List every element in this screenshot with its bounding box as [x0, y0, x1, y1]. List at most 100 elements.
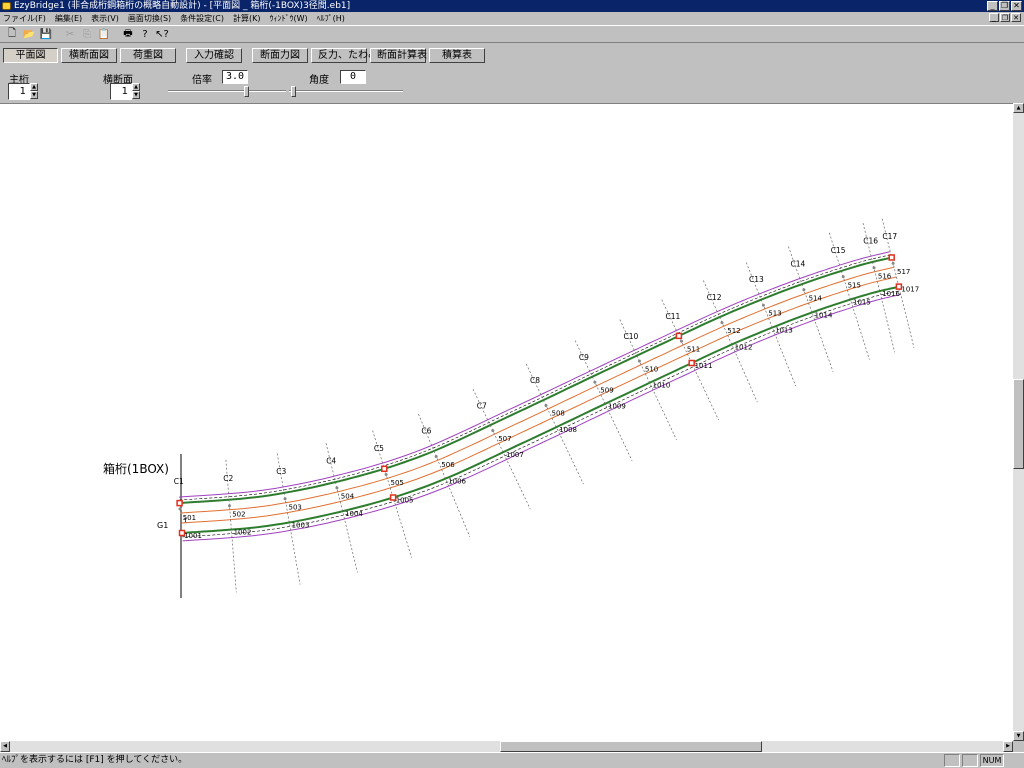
node-label: 506 [441, 461, 455, 469]
cross-beam-label: C13 [749, 275, 764, 284]
print-icon[interactable]: 🖶 [120, 27, 136, 42]
menu-file[interactable]: ファイル(F) [3, 13, 46, 24]
spin-down-icon[interactable]: ▼ [132, 91, 140, 99]
cross-beam-label: C9 [579, 353, 589, 362]
title-bar: EzyBridge1 (非合成桁鋼箱桁の概略自動設計) - [平面図 _ 箱桁(… [0, 0, 1024, 12]
node-label: 1010 [653, 382, 671, 390]
node-label: 517 [897, 268, 910, 276]
tab-section-force[interactable]: 断面力図 [252, 47, 308, 63]
node-label: 1005 [396, 496, 414, 504]
node-label: 1002 [234, 529, 252, 537]
scale-label: 倍率 [192, 75, 212, 86]
scroll-right-icon[interactable]: ▶ [1003, 741, 1013, 752]
vertical-scroll-thumb[interactable] [1013, 379, 1024, 469]
main-girder-value[interactable]: 1 [8, 83, 30, 100]
vertical-scrollbar[interactable]: ▲ ▼ [1013, 103, 1024, 741]
angle-value[interactable]: 0 [340, 70, 366, 84]
scroll-left-icon[interactable]: ◀ [0, 741, 10, 752]
node-label: 503 [289, 504, 302, 512]
tab-reaction-deflection[interactable]: 反力、たわみ [311, 47, 378, 63]
context-help-icon[interactable]: ↖? [154, 27, 170, 42]
node-point [761, 303, 765, 307]
scroll-up-icon[interactable]: ▲ [1013, 103, 1024, 113]
cross-section-spinner[interactable]: 1 ▲ ▼ [110, 83, 140, 100]
node-label: 515 [848, 281, 861, 289]
menu-bar: ファイル(F) 編集(E) 表示(V) 画面切換(S) 条件設定(C) 計算(K… [0, 12, 1024, 24]
child-minimize-button[interactable]: _ [989, 13, 999, 22]
node-label: 502 [232, 511, 245, 519]
drawing-title: 箱桁(1BOX) [103, 461, 169, 476]
cross-beam-label: C7 [477, 401, 487, 410]
menu-conditions[interactable]: 条件設定(C) [180, 13, 224, 24]
tab-estimate-table[interactable]: 積算表 [429, 47, 485, 63]
paste-icon[interactable]: 📋 [96, 27, 112, 42]
cross-beam-label: C12 [707, 293, 722, 302]
menu-view[interactable]: 表示(V) [91, 13, 119, 24]
status-bar: ﾍﾙﾌﾟを表示するには [F1] を押してください。 NUM [0, 752, 1024, 768]
node-label: 507 [498, 435, 511, 443]
window-title: EzyBridge1 (非合成桁鋼箱桁の概略自動設計) - [平面図 _ 箱桁(… [14, 1, 351, 11]
node-label: 1012 [735, 343, 753, 351]
save-icon[interactable]: 💾 [38, 27, 54, 42]
cut-icon[interactable]: ✂ [62, 27, 78, 42]
plan-view-drawing: 箱桁(1BOX) G1 1 C15011001C25021002C3503100… [103, 218, 919, 598]
close-button[interactable]: ✕ [1011, 1, 1022, 11]
menu-screen-switch[interactable]: 画面切換(S) [128, 13, 171, 24]
spin-up-icon[interactable]: ▲ [30, 83, 38, 91]
angle-slider-thumb[interactable] [291, 86, 296, 97]
bearing-marker [688, 359, 695, 367]
cross-beam-label: C16 [863, 237, 878, 246]
menu-edit[interactable]: 編集(E) [55, 13, 82, 24]
minimize-button[interactable]: _ [987, 1, 998, 11]
node-point [802, 288, 806, 292]
horizontal-scrollbar[interactable]: ◀ ▶ [0, 741, 1013, 752]
scroll-down-icon[interactable]: ▼ [1013, 731, 1024, 741]
angle-slider[interactable] [289, 86, 403, 97]
copy-icon[interactable]: ⎘ [79, 27, 95, 42]
tab-section-calc-table[interactable]: 断面計算表 [370, 47, 427, 63]
menu-calculate[interactable]: 計算(K) [233, 13, 261, 24]
child-close-button[interactable]: ✕ [1011, 13, 1021, 22]
scale-slider-thumb[interactable] [244, 86, 249, 97]
tab-cross-section[interactable]: 横断面図 [61, 47, 117, 63]
horizontal-scroll-thumb[interactable] [500, 741, 762, 752]
cross-beam-label: C5 [374, 444, 384, 453]
node-point [384, 473, 388, 476]
menu-window[interactable]: ｳｨﾝﾄﾞｳ(W) [270, 13, 308, 24]
child-restore-button[interactable]: ❐ [1000, 13, 1010, 22]
restore-button[interactable]: ❐ [999, 1, 1010, 11]
menu-help[interactable]: ﾍﾙﾌﾟ(H) [317, 13, 345, 24]
node-point [891, 261, 895, 265]
scale-value[interactable]: 3.0 [222, 70, 248, 84]
help-icon[interactable]: ? [137, 27, 153, 42]
spin-down-icon[interactable]: ▼ [30, 91, 38, 99]
node-point [872, 266, 876, 270]
plan-view-canvas[interactable]: 箱桁(1BOX) G1 1 C1 501 1001 C2 502 1002 C3 503 100… [0, 103, 1013, 741]
node-label: 510 [645, 365, 658, 373]
node-label: 505 [391, 479, 404, 487]
bearing-marker [675, 332, 683, 340]
node-label: 511 [687, 346, 700, 354]
node-label: 1006 [448, 478, 466, 486]
tab-input-check[interactable]: 入力確認 [186, 47, 242, 63]
new-file-icon[interactable]: 🗋 [4, 27, 20, 42]
node-point [228, 504, 231, 508]
cross-beam-label: C4 [326, 457, 336, 466]
node-label: 1014 [815, 311, 833, 319]
node-label: 1016 [882, 290, 900, 298]
node-label: 1001 [184, 532, 202, 540]
cross-section-value[interactable]: 1 [110, 83, 132, 100]
cross-beam-label: C8 [530, 376, 540, 385]
node-point [593, 380, 597, 384]
spin-up-icon[interactable]: ▲ [132, 83, 140, 91]
scale-slider[interactable] [168, 86, 286, 97]
open-folder-icon[interactable]: 📂 [21, 27, 37, 42]
bearing-marker [888, 254, 895, 261]
cross-beam-label: C2 [223, 474, 233, 483]
main-girder-spinner[interactable]: 1 ▲ ▼ [8, 83, 38, 100]
tab-plan-view[interactable]: 平面図 [3, 47, 58, 63]
tab-load-diagram[interactable]: 荷重図 [120, 47, 176, 63]
cross-beam-label: C1 [174, 477, 184, 486]
node-label: 509 [600, 386, 613, 394]
girder-web-line [181, 285, 900, 534]
